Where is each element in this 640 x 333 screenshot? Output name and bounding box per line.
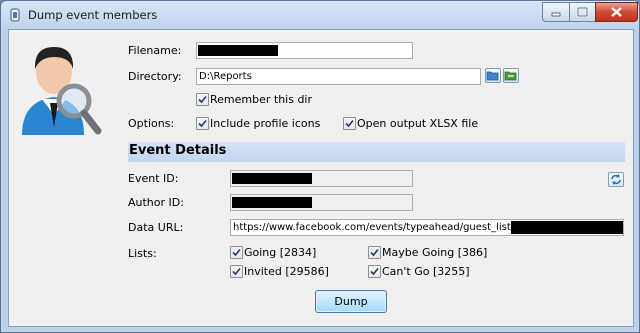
redaction xyxy=(198,45,278,56)
include-icons-checkbox[interactable] xyxy=(196,117,209,130)
dialog-client-area: Filename: Directory: D:\Reports Remember… xyxy=(8,29,634,327)
browse-folder-button[interactable] xyxy=(485,68,501,83)
redaction xyxy=(232,173,312,184)
include-icons-label[interactable]: Include profile icons xyxy=(210,117,320,130)
maximize-icon xyxy=(576,6,589,18)
redaction xyxy=(511,221,623,234)
directory-input[interactable]: D:\Reports xyxy=(196,68,481,85)
event-id-input[interactable] xyxy=(230,170,413,187)
invited-checkbox[interactable] xyxy=(230,265,243,278)
user-magnifier-icon xyxy=(22,47,102,135)
options-label: Options: xyxy=(128,117,175,130)
app-icon xyxy=(10,8,20,22)
going-checkbox[interactable] xyxy=(230,246,243,259)
event-id-label: Event ID: xyxy=(128,172,179,185)
lists-label: Lists: xyxy=(128,247,157,260)
open-xlsx-checkbox[interactable] xyxy=(343,117,356,130)
remember-dir-label[interactable]: Remember this dir xyxy=(210,93,312,106)
refresh-button[interactable] xyxy=(608,172,624,187)
open-folder-button[interactable] xyxy=(503,68,519,83)
open-xlsx-label[interactable]: Open output XLSX file xyxy=(357,117,478,130)
event-details-header: Event Details xyxy=(128,142,625,162)
dump-event-members-window: Dump event members Filename: Directory: … xyxy=(0,0,640,333)
filename-input[interactable] xyxy=(196,42,413,59)
going-label[interactable]: Going [2834] xyxy=(244,246,316,259)
folder-open-icon xyxy=(504,71,517,81)
data-url-label: Data URL: xyxy=(128,221,184,234)
maximize-button[interactable] xyxy=(569,2,596,22)
filename-label: Filename: xyxy=(128,44,182,57)
event-details-heading: Event Details xyxy=(129,143,227,158)
folder-icon xyxy=(486,71,499,81)
cant-go-checkbox[interactable] xyxy=(368,265,381,278)
dump-button[interactable]: Dump xyxy=(315,290,387,313)
invited-label[interactable]: Invited [29586] xyxy=(244,265,329,278)
close-button[interactable] xyxy=(595,2,638,22)
author-id-input[interactable] xyxy=(230,194,413,211)
redaction xyxy=(232,197,312,208)
cant-go-label[interactable]: Can't Go [3255] xyxy=(382,265,470,278)
data-url-input[interactable]: https://www.facebook.com/events/typeahea… xyxy=(230,219,624,236)
maybe-going-checkbox[interactable] xyxy=(368,246,381,259)
window-title: Dump event members xyxy=(28,8,158,22)
minimize-icon xyxy=(551,12,561,17)
minimize-button[interactable] xyxy=(542,2,570,22)
maybe-going-label[interactable]: Maybe Going [386] xyxy=(382,246,487,259)
directory-label: Directory: xyxy=(128,70,182,83)
remember-dir-checkbox[interactable] xyxy=(196,93,209,106)
refresh-icon xyxy=(611,174,621,185)
author-id-label: Author ID: xyxy=(128,196,184,209)
close-icon xyxy=(611,7,622,17)
title-bar[interactable]: Dump event members xyxy=(1,1,639,29)
